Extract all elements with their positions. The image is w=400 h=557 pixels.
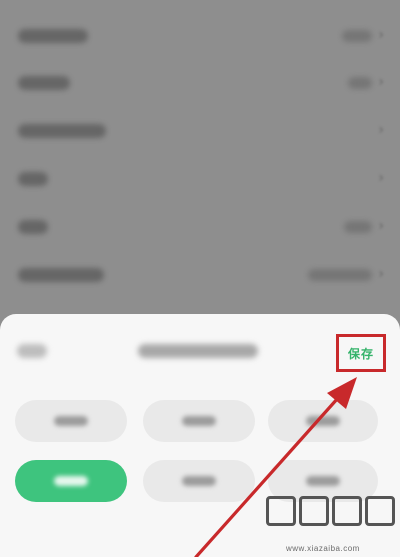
- watermark-logo-icon: www.xiazaiba.com: [264, 490, 400, 557]
- watermark-url: www.xiazaiba.com: [286, 544, 360, 553]
- annotation-arrow-icon: [194, 377, 357, 557]
